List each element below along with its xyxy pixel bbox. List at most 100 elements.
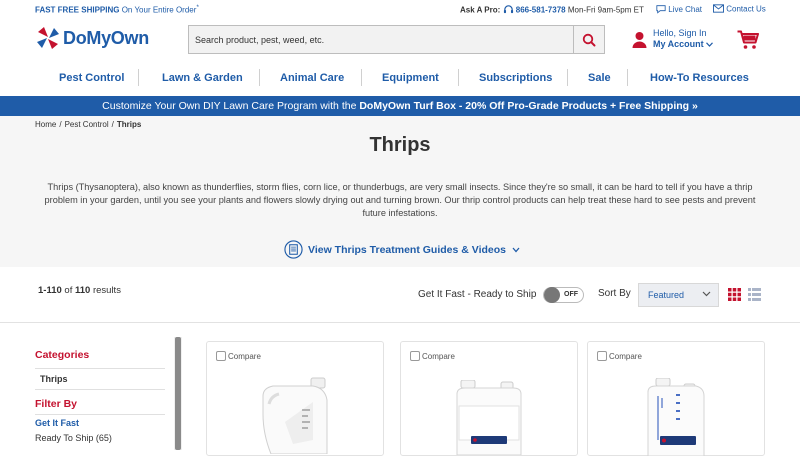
- sort-select[interactable]: Featured: [638, 283, 719, 307]
- grid-view-button[interactable]: [728, 288, 741, 306]
- product-card[interactable]: Compare: [206, 341, 384, 456]
- free-shipping-note: FAST FREE SHIPPING On Your Entire Order*: [35, 4, 199, 15]
- search-icon: [582, 33, 596, 46]
- filter-by-heading: Filter By: [35, 398, 78, 410]
- breadcrumb-separator: /: [111, 120, 114, 129]
- guides-link[interactable]: View Thrips Treatment Guides & Videos: [284, 240, 520, 259]
- results-suffix: results: [92, 285, 121, 296]
- compare-label: Compare: [609, 351, 642, 361]
- categories-heading: Categories: [35, 349, 90, 361]
- chevron-down-icon: [702, 291, 711, 297]
- nav-divider: [138, 69, 139, 86]
- sidebar-divider: [35, 414, 165, 415]
- nav-divider: [567, 69, 568, 86]
- filter-option-ready-to-ship[interactable]: Ready To Ship (65): [35, 433, 112, 443]
- toggle-knob: [544, 287, 560, 303]
- compare-label: Compare: [228, 351, 261, 361]
- domyown-logo[interactable]: DoMyOwn: [35, 25, 149, 51]
- mail-icon: [713, 4, 724, 15]
- promo-banner[interactable]: Customize Your Own DIY Lawn Care Program…: [0, 96, 800, 116]
- nav-divider: [458, 69, 459, 86]
- nav-sale[interactable]: Sale: [588, 72, 611, 84]
- ask-pro-label: Ask A Pro:: [460, 5, 501, 15]
- headset-icon: [503, 4, 514, 17]
- utility-bar: FAST FREE SHIPPING On Your Entire Order*…: [0, 0, 800, 18]
- user-icon: [632, 31, 647, 48]
- document-icon: [284, 240, 303, 259]
- chat-icon: [656, 4, 666, 16]
- section-divider: [0, 322, 800, 323]
- live-chat-label: Live Chat: [668, 5, 703, 15]
- tempo-bottle-icon: [647, 378, 705, 456]
- compare-checkbox[interactable]: Compare: [216, 351, 261, 361]
- cart-button[interactable]: [737, 30, 759, 55]
- my-account-row: My Account: [653, 39, 714, 50]
- sort-value: Featured: [648, 290, 685, 300]
- breadcrumb-current: Thrips: [116, 120, 142, 129]
- main-nav: Pest Control Lawn & Garden Animal Care E…: [0, 62, 800, 94]
- jug-bottle-icon: [262, 377, 328, 454]
- logo-icon: [37, 27, 59, 49]
- breadcrumb-separator: /: [59, 120, 62, 129]
- suspend-bottle-icon: [456, 380, 522, 455]
- results-count: 1-110 of 110 results: [38, 285, 121, 296]
- nav-lawn-garden[interactable]: Lawn & Garden: [162, 72, 243, 84]
- compare-checkbox[interactable]: Compare: [410, 351, 455, 361]
- breadcrumb-home[interactable]: Home: [35, 120, 56, 129]
- filter-group-get-it-fast[interactable]: Get It Fast: [35, 418, 79, 428]
- search-bar: [188, 25, 605, 54]
- category-item-thrips[interactable]: Thrips: [40, 374, 68, 384]
- category-description: Thrips (Thysanoptera), also known as thu…: [44, 182, 756, 218]
- search-button[interactable]: [573, 26, 604, 53]
- my-account-label: My Account: [653, 39, 704, 49]
- breadcrumb-pest-control[interactable]: Pest Control: [65, 120, 109, 129]
- compare-checkbox[interactable]: Compare: [597, 351, 642, 361]
- page-title: Thrips: [369, 134, 431, 156]
- list-view-button[interactable]: [748, 288, 761, 306]
- live-chat-link[interactable]: Live Chat: [656, 4, 702, 16]
- ready-to-ship-toggle[interactable]: OFF: [543, 287, 584, 303]
- scrollbar-thumb[interactable]: [175, 337, 181, 450]
- checkbox-box[interactable]: [597, 351, 607, 361]
- category-hero: Home / Pest Control / Thrips Thrips Thrips (…: [0, 116, 800, 267]
- phone-link[interactable]: 866-581-7378: [516, 6, 566, 15]
- results-of: of: [64, 285, 73, 296]
- contact-us-label: Contact Us: [726, 4, 766, 14]
- nav-equipment[interactable]: Equipment: [382, 72, 439, 84]
- free-shipping-mark: *: [196, 4, 200, 11]
- sidebar-scrollbar[interactable]: [174, 337, 182, 450]
- product-card[interactable]: Compare: [400, 341, 578, 456]
- list-view-icon: [748, 288, 761, 301]
- contact-us-link[interactable]: Contact Us: [713, 4, 766, 15]
- ask-a-pro: Ask A Pro: 866-581-7378 Mon-Fri 9am-5pm …: [460, 4, 644, 17]
- sidebar-divider: [35, 389, 165, 390]
- logo-text: DoMyOwn: [63, 27, 149, 48]
- nav-divider: [627, 69, 628, 86]
- nav-divider: [361, 69, 362, 86]
- chevron-down-icon: [512, 247, 520, 252]
- checkbox-box[interactable]: [410, 351, 420, 361]
- chevron-down-icon: [706, 42, 714, 47]
- nav-subscriptions[interactable]: Subscriptions: [479, 72, 552, 84]
- checkbox-box[interactable]: [216, 351, 226, 361]
- nav-divider: [259, 69, 260, 86]
- account-menu[interactable]: Hello, Sign In My Account: [632, 28, 714, 50]
- results-range: 1-110: [38, 285, 62, 296]
- hours-text: Mon-Fri 9am-5pm ET: [567, 5, 644, 15]
- free-shipping-rest: On Your Entire Order: [121, 5, 197, 15]
- sidebar-divider: [35, 368, 165, 369]
- compare-label: Compare: [422, 351, 455, 361]
- nav-pest-control[interactable]: Pest Control: [59, 72, 124, 84]
- search-input[interactable]: [189, 26, 573, 53]
- nav-how-to-resources[interactable]: How-To Resources: [650, 72, 749, 84]
- sign-in-text: Hello, Sign In: [653, 28, 707, 38]
- grid-view-icon: [728, 288, 741, 301]
- nav-animal-care[interactable]: Animal Care: [280, 72, 344, 84]
- product-card[interactable]: Compare: [587, 341, 765, 456]
- results-total: 110: [75, 285, 91, 296]
- ready-to-ship-label: Get It Fast - Ready to Ship: [418, 289, 537, 300]
- promo-offer: DoMyOwn Turf Box - 20% Off Pro-Grade Pro…: [359, 100, 698, 112]
- free-shipping-bold: FAST FREE SHIPPING: [35, 5, 120, 15]
- sort-label: Sort By: [598, 288, 631, 299]
- toggle-state: OFF: [564, 291, 578, 298]
